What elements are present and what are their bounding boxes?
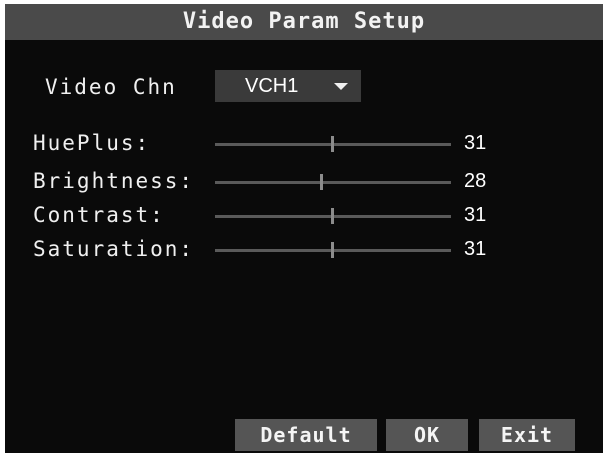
- saturation-slider-thumb[interactable]: [331, 242, 334, 258]
- hueplus-label: HuePlus:: [33, 131, 151, 155]
- default-button[interactable]: Default: [235, 419, 377, 451]
- hueplus-value: 31: [464, 132, 487, 154]
- video-chn-label: Video Chn: [45, 75, 177, 99]
- contrast-value: 31: [464, 204, 487, 226]
- param-row-hueplus: HuePlus: 31: [5, 130, 603, 158]
- param-row-contrast: Contrast: 31: [5, 202, 603, 230]
- exit-button[interactable]: Exit: [479, 419, 575, 451]
- triangle-down-icon[interactable]: [334, 83, 348, 90]
- param-row-brightness: Brightness: 28: [5, 168, 603, 196]
- saturation-value: 31: [464, 238, 487, 260]
- contrast-label: Contrast:: [33, 203, 165, 227]
- video-param-setup-dialog: Video Param Setup Video Chn VCH1 HuePlus…: [5, 4, 603, 453]
- saturation-label: Saturation:: [33, 237, 195, 261]
- brightness-slider[interactable]: [215, 181, 451, 184]
- title-bar: Video Param Setup: [5, 4, 603, 40]
- ok-button[interactable]: OK: [386, 419, 468, 451]
- brightness-slider-thumb[interactable]: [320, 174, 323, 190]
- video-chn-value: VCH1: [245, 75, 299, 97]
- contrast-slider-thumb[interactable]: [331, 208, 334, 224]
- hueplus-slider-thumb[interactable]: [331, 136, 334, 152]
- param-row-saturation: Saturation: 31: [5, 236, 603, 264]
- video-chn-dropdown[interactable]: VCH1: [215, 70, 361, 102]
- dialog-title: Video Param Setup: [182, 9, 426, 34]
- brightness-label: Brightness:: [33, 169, 195, 193]
- brightness-value: 28: [464, 170, 487, 192]
